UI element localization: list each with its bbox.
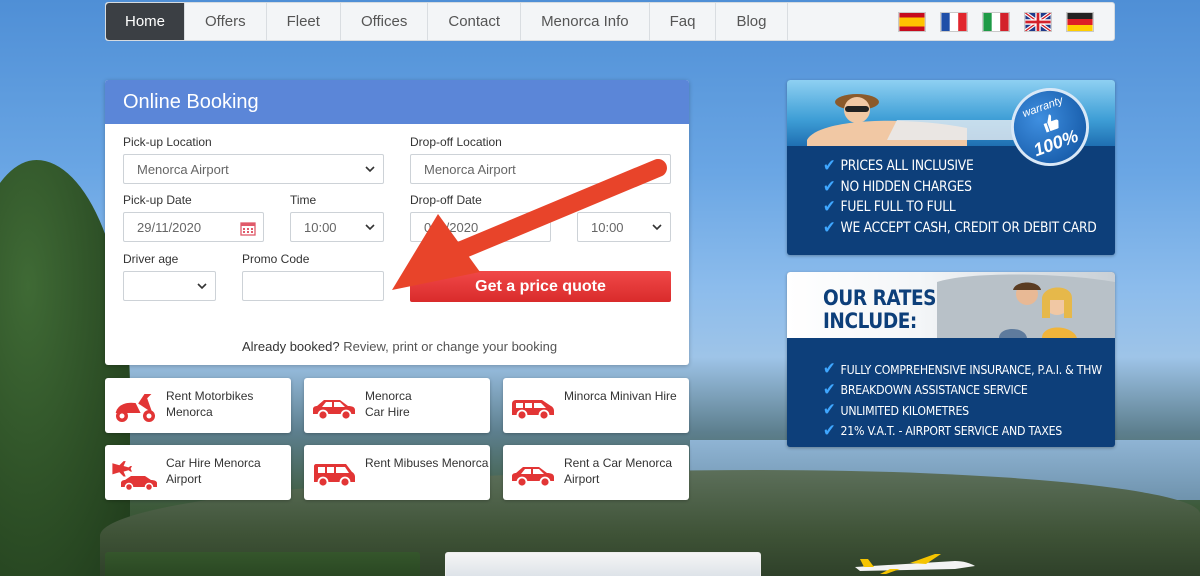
rates-title-line: INCLUDE: xyxy=(823,309,917,333)
list-item: ✔ PRICES ALL INCLUSIVE xyxy=(823,156,974,177)
service-label: Menorca xyxy=(166,405,213,419)
dropoff-time-value: 10:00 xyxy=(591,219,624,235)
inclusions-list: ✔ PRICES ALL INCLUSIVE ✔ NO HIDDEN CHARGES… xyxy=(823,156,1115,238)
promo-code-label: Promo Code xyxy=(242,252,310,266)
online-booking-form: Online Booking Pick-up Location Menorca … xyxy=(105,80,689,365)
chevron-down-icon xyxy=(197,283,207,290)
nav-fleet[interactable]: Fleet xyxy=(267,3,341,40)
checkmark-icon: ✔ xyxy=(823,176,836,197)
service-tile-minivan[interactable]: Minorca Minivan Hire xyxy=(503,378,689,433)
service-label: Car Hire Menorca xyxy=(166,456,261,470)
review-booking-link[interactable]: Review, print or change your booking xyxy=(343,339,557,354)
dropoff-time-select[interactable]: 10:00 xyxy=(577,212,671,242)
germany-flag-icon[interactable] xyxy=(1066,11,1094,32)
checkmark-icon: ✔ xyxy=(823,359,836,380)
minibus-icon xyxy=(314,464,355,488)
promo-code-input[interactable] xyxy=(242,271,384,301)
service-label: Rent Mibuses Menorca xyxy=(365,456,489,470)
list-item: ✔ BREAKDOWN ASSISTANCE SERVICE xyxy=(823,379,1028,400)
chevron-down-icon xyxy=(365,224,375,231)
photo-card-riders[interactable] xyxy=(445,552,761,576)
airport-car-icon xyxy=(112,461,157,491)
photo-card-nature[interactable] xyxy=(105,552,420,576)
rates-title: OUR RATES INCLUDE: xyxy=(823,286,937,333)
booking-title: Online Booking xyxy=(105,80,689,124)
service-tile-rent-a-car-airport[interactable]: Rent a Car Menorca Airport xyxy=(503,445,689,500)
chevron-down-icon xyxy=(652,224,662,231)
chevron-down-icon xyxy=(365,166,375,173)
list-item: ✔ 21% V.A.T. - AIRPORT SERVICE AND TAXES xyxy=(823,420,1063,441)
calendar-icon[interactable] xyxy=(240,220,256,236)
chevron-down-icon xyxy=(652,166,662,173)
nav-faq[interactable]: Faq xyxy=(650,3,717,40)
pickup-time-label: Time xyxy=(290,193,317,207)
france-flag-icon[interactable] xyxy=(940,11,968,32)
rates-list: ✔ FULLY COMPREHENSIVE INSURANCE, P.A.I. &… xyxy=(823,359,1115,441)
language-flags xyxy=(898,3,1114,40)
spain-flag-icon[interactable] xyxy=(898,11,926,32)
pickup-time-select[interactable]: 10:00 xyxy=(290,212,384,242)
car-icon xyxy=(313,400,355,421)
prices-inclusive-banner[interactable]: warranty 100% ✔ PRICES ALL INCLUSIVE ✔ NO … xyxy=(787,80,1115,255)
dropoff-location-select[interactable]: Menorca Airport xyxy=(410,154,671,184)
get-price-quote-button[interactable]: Get a price quote xyxy=(410,271,671,302)
pickup-location-select[interactable]: Menorca Airport xyxy=(123,154,384,184)
nav-offices[interactable]: Offices xyxy=(341,3,429,40)
checkmark-icon: ✔ xyxy=(823,400,836,421)
service-tile-car-hire[interactable]: Menorca Car Hire xyxy=(304,378,490,433)
car-icon xyxy=(512,467,554,488)
list-item: ✔ FULLY COMPREHENSIVE INSURANCE, P.A.I. &… xyxy=(823,359,1102,380)
service-label: Car Hire xyxy=(365,405,410,419)
nav-offers[interactable]: Offers xyxy=(185,3,267,40)
italy-flag-icon[interactable] xyxy=(982,11,1010,32)
checkmark-icon: ✔ xyxy=(823,379,836,400)
dropoff-location-label: Drop-off Location xyxy=(410,135,502,149)
list-item: ✔ FUEL FULL TO FULL xyxy=(823,197,956,218)
scooter-icon xyxy=(115,394,155,422)
service-label: Rent Motorbikes xyxy=(166,389,254,403)
service-label: Menorca xyxy=(365,389,412,403)
driver-age-select[interactable] xyxy=(123,271,216,301)
service-label: Airport xyxy=(564,472,600,486)
uk-flag-icon[interactable] xyxy=(1024,11,1052,32)
service-tile-minibus[interactable]: Rent Mibuses Menorca xyxy=(304,445,490,500)
checkmark-icon: ✔ xyxy=(823,420,836,441)
pickup-date-value: 29/11/2020 xyxy=(137,219,202,235)
checkmark-icon: ✔ xyxy=(823,156,836,177)
nav-menorca-info[interactable]: Menorca Info xyxy=(521,3,650,40)
checkmark-icon: ✔ xyxy=(823,217,836,238)
checkmark-icon: ✔ xyxy=(823,197,836,218)
nav-home[interactable]: Home xyxy=(106,3,186,40)
pickup-location-value: Menorca Airport xyxy=(137,161,229,177)
list-item: ✔ UNLIMITED KILOMETRES xyxy=(823,400,969,421)
airplane-icon xyxy=(855,554,975,574)
rates-include-banner[interactable]: OUR RATES INCLUDE: ✔ FULLY COMPREHENSIVE … xyxy=(787,272,1115,447)
service-tile-airport-car-hire[interactable]: Car Hire Menorca Airport xyxy=(105,445,291,500)
service-label: Rent a Car Menorca xyxy=(564,456,673,470)
minivan-icon xyxy=(512,400,554,421)
list-item: ✔ WE ACCEPT CASH, CREDIT OR DEBIT CARD xyxy=(823,217,1097,238)
already-booked-line: Already booked? Review, print or change … xyxy=(242,339,557,354)
service-label: Airport xyxy=(166,472,202,486)
nav-contact[interactable]: Contact xyxy=(428,3,522,40)
main-nav: Home Offers Fleet Offices Contact Menorc… xyxy=(105,2,1115,41)
dropoff-date-value: 06/ /2020 xyxy=(424,219,479,235)
rates-title-line: OUR RATES xyxy=(823,286,937,310)
service-tile-motorbikes[interactable]: Rent Motorbikes Menorca xyxy=(105,378,291,433)
dropoff-location-value: Menorca Airport xyxy=(424,161,516,177)
already-booked-text: Already booked? xyxy=(242,339,340,354)
pickup-date-label: Pick-up Date xyxy=(123,193,192,207)
service-label: Minorca Minivan Hire xyxy=(564,389,677,403)
pickup-time-value: 10:00 xyxy=(304,219,337,235)
pickup-date-input[interactable]: 29/11/2020 xyxy=(123,212,264,242)
nav-blog[interactable]: Blog xyxy=(716,3,788,40)
driver-age-label: Driver age xyxy=(123,252,179,266)
list-item: ✔ NO HIDDEN CHARGES xyxy=(823,176,972,197)
pickup-location-label: Pick-up Location xyxy=(123,135,212,149)
dropoff-date-input[interactable]: 06/ /2020 xyxy=(410,212,551,242)
dropoff-date-label: Drop-off Date xyxy=(410,193,482,207)
